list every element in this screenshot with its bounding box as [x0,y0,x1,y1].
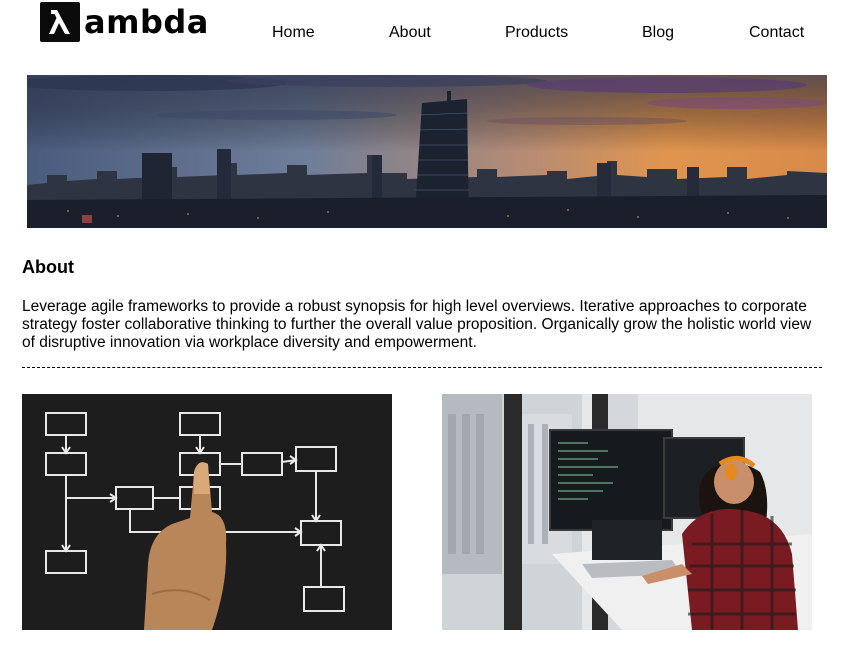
main-nav: Home About Products Blog Contact [0,24,849,46]
section-divider [22,367,822,368]
nav-about[interactable]: About [389,24,431,42]
page: ambda Home About Products Blog Contact A… [0,0,849,647]
hero-skyline-image [27,75,827,228]
nav-blog[interactable]: Blog [642,24,674,42]
flowchart-image [22,394,392,630]
developer-image [442,394,812,630]
nav-products[interactable]: Products [505,24,568,42]
about-heading: About [22,257,74,277]
about-paragraph: Leverage agile frameworks to provide a r… [22,298,812,351]
nav-home[interactable]: Home [272,24,315,42]
nav-contact[interactable]: Contact [749,24,804,42]
